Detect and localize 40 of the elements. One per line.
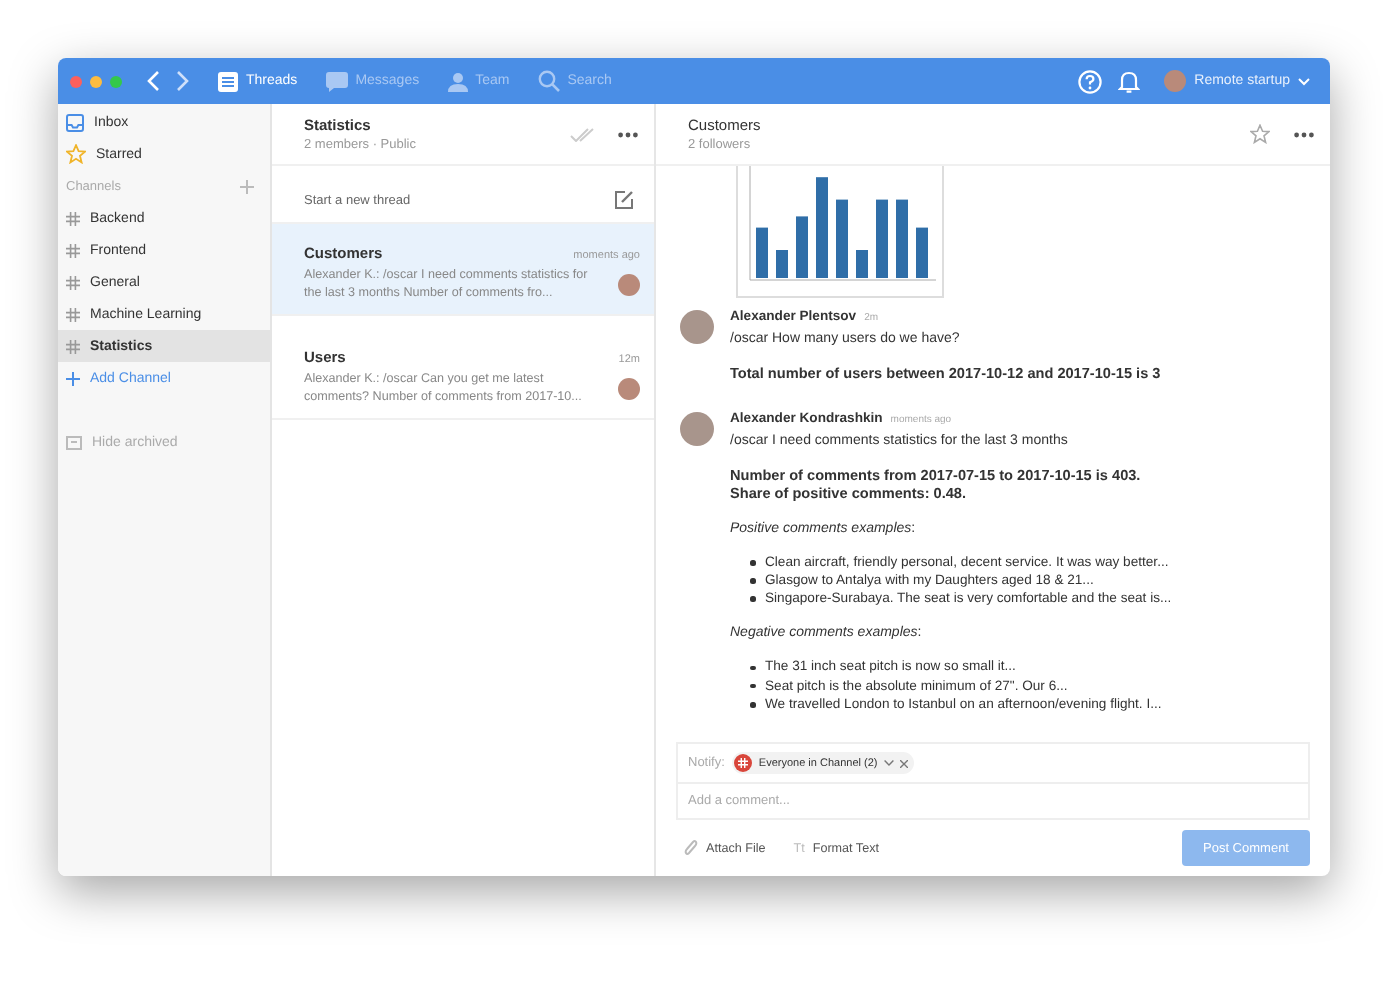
list-icon — [218, 71, 238, 91]
avatar-icon — [618, 274, 640, 296]
plus-icon — [66, 371, 80, 385]
avatar-icon — [680, 411, 714, 446]
hash-icon — [66, 275, 80, 289]
hash-icon — [734, 754, 753, 772]
bullet-icon — [750, 596, 755, 602]
bullet-icon — [750, 578, 755, 584]
compose-icon — [614, 190, 634, 210]
star-icon — [66, 144, 86, 164]
forward-icon[interactable] — [176, 70, 190, 92]
bullet-icon — [750, 560, 755, 566]
chevron-icon — [1298, 77, 1310, 85]
caret-icon — [883, 760, 894, 766]
checkmark-icon[interactable] — [570, 127, 594, 141]
bell-icon[interactable] — [1118, 69, 1141, 93]
more-icon[interactable] — [1294, 131, 1314, 137]
hash-icon — [66, 307, 80, 321]
inbox-icon — [66, 113, 84, 131]
paperclip-icon — [684, 839, 698, 857]
archive-icon — [66, 435, 82, 449]
avatar-icon — [680, 310, 714, 344]
person-icon — [447, 71, 468, 91]
chat-icon — [325, 71, 348, 91]
plus-icon[interactable] — [240, 179, 254, 193]
hash-icon — [66, 211, 80, 225]
help-icon[interactable] — [1078, 69, 1103, 93]
avatar-icon — [618, 378, 640, 400]
window-controls-icon[interactable] — [70, 75, 122, 87]
bullet-icon — [750, 702, 755, 708]
avatar-icon — [1164, 70, 1187, 92]
back-icon[interactable] — [146, 70, 160, 92]
hash-icon — [66, 243, 80, 257]
bullet-icon — [750, 683, 755, 689]
hash-icon — [66, 339, 80, 353]
more-icon[interactable] — [618, 131, 638, 137]
search-icon — [537, 70, 560, 92]
star-icon[interactable] — [1250, 124, 1270, 144]
bullet-icon — [750, 665, 755, 671]
close-icon — [899, 759, 908, 767]
